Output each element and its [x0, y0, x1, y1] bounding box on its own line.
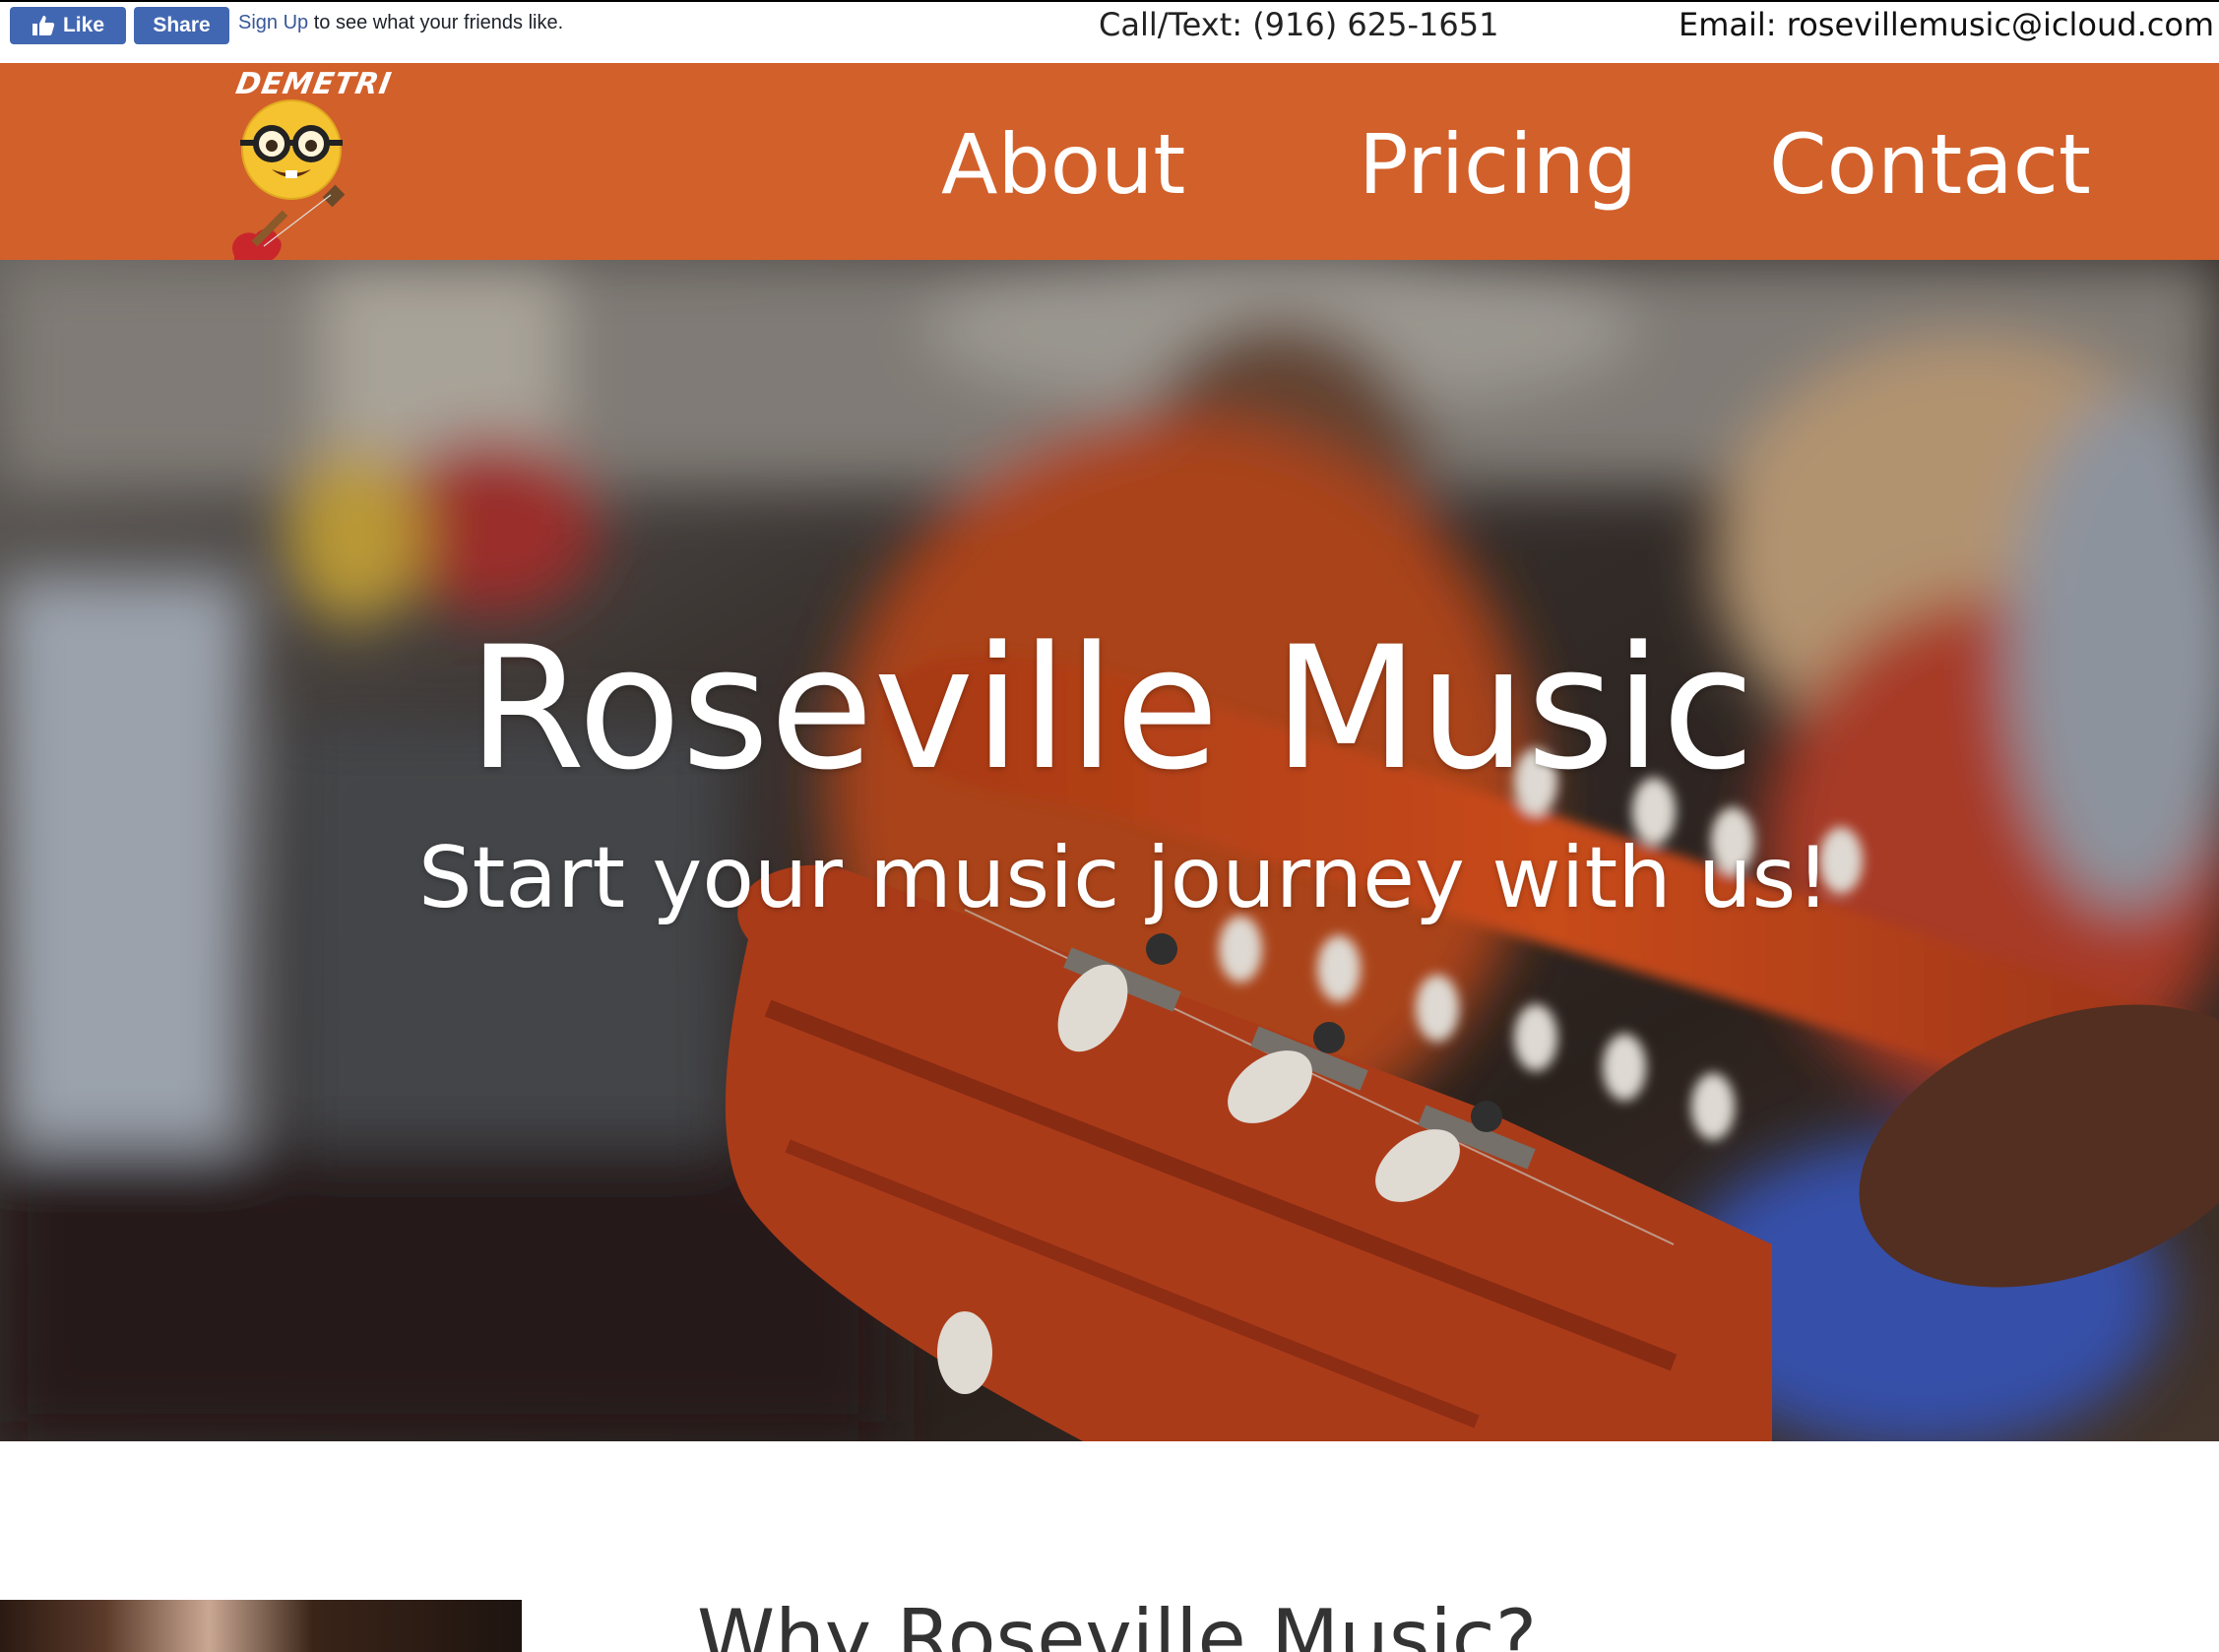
hero-banner: Roseville Music Start your music journey…: [0, 260, 2219, 1441]
top-utility-bar: Like Share Sign Up to see what your frie…: [0, 0, 2219, 63]
nav-link-pricing[interactable]: Pricing: [1359, 116, 1637, 213]
contact-email: Email: rosevillemusic@icloud.com: [1679, 6, 2215, 43]
facebook-like-button[interactable]: Like: [10, 7, 126, 44]
facebook-signup-link[interactable]: Sign Up: [238, 12, 308, 33]
hero-title: Roseville Music: [468, 609, 1755, 807]
facebook-share-button[interactable]: Share: [134, 7, 229, 44]
nav-link-about[interactable]: About: [941, 116, 1185, 213]
page: Like Share Sign Up to see what your frie…: [0, 0, 2219, 1652]
hero-subtitle: Start your music journey with us!: [418, 829, 1830, 927]
facebook-social-caption: to see what your friends like.: [308, 12, 564, 33]
nerd-face-guitar-icon: [232, 99, 346, 260]
nav-link-contact[interactable]: Contact: [1769, 116, 2091, 213]
why-section-heading: Why Roseville Music?: [697, 1593, 1538, 1652]
site-logo[interactable]: DEMETRI: [226, 63, 395, 260]
facebook-social-text: Sign Up to see what your friends like.: [238, 12, 563, 34]
facebook-share-label: Share: [153, 14, 211, 36]
why-section-photo: [0, 1600, 522, 1652]
thumbs-up-icon: [32, 16, 55, 35]
contact-phone: Call/Text: (916) 625-1651: [1099, 6, 1499, 43]
facebook-like-label: Like: [62, 14, 105, 36]
